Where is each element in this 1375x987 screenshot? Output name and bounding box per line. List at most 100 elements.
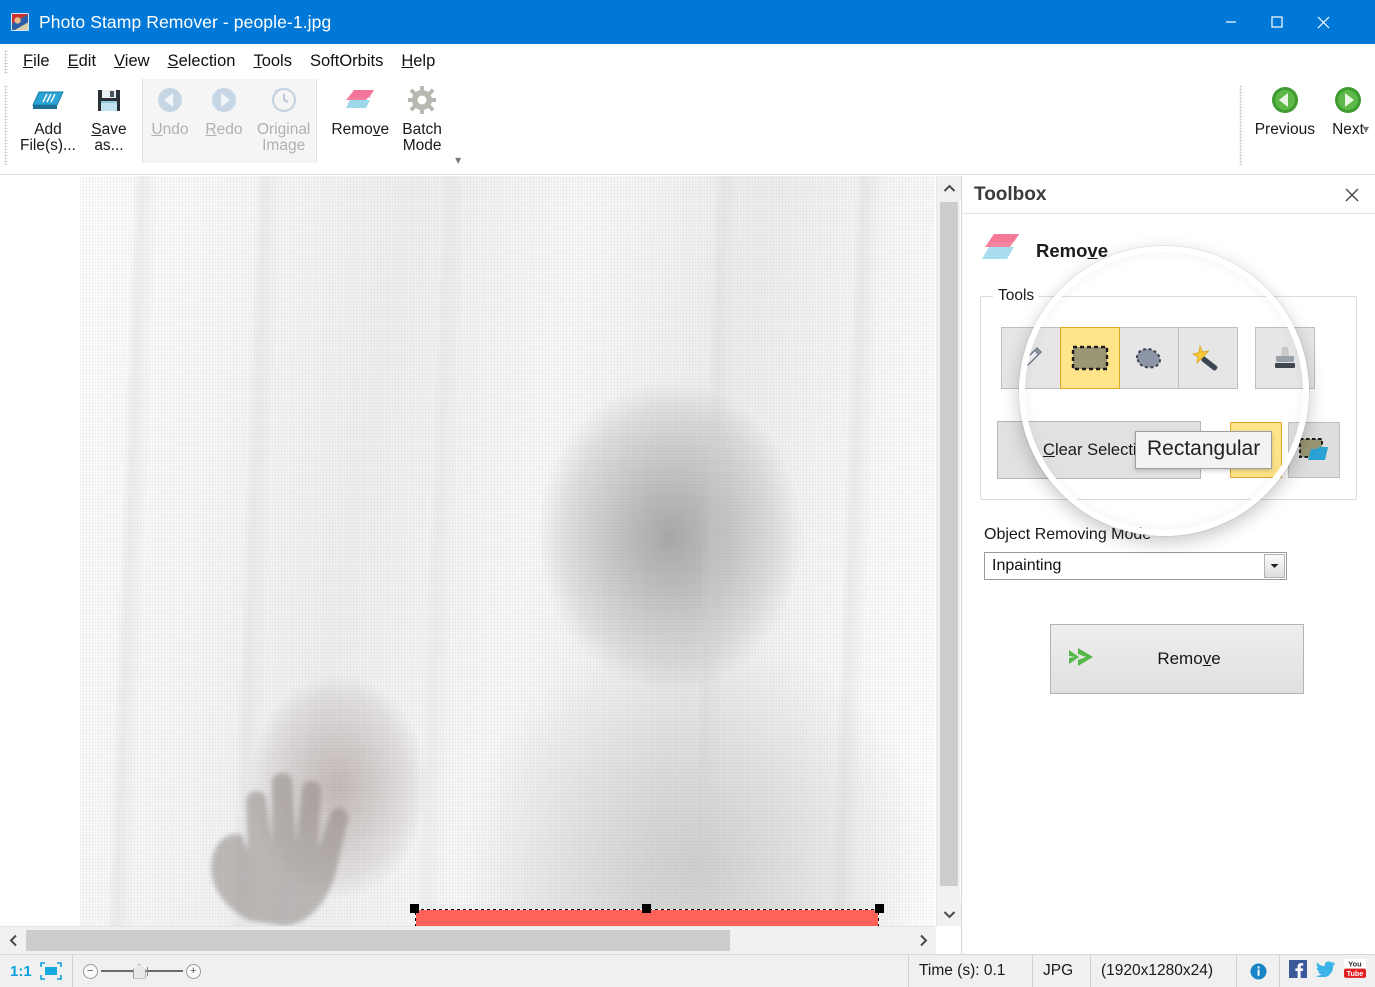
add-files-icon bbox=[31, 83, 65, 117]
menu-edit[interactable]: Edit bbox=[59, 48, 105, 75]
eraser-icon bbox=[344, 83, 376, 117]
vertical-scrollbar[interactable] bbox=[936, 176, 961, 926]
next-button[interactable]: Next ▾ bbox=[1321, 79, 1375, 138]
lasso-tool-button[interactable] bbox=[1119, 327, 1179, 389]
info-icon[interactable] bbox=[1245, 963, 1271, 980]
object-removing-mode-select[interactable]: Inpainting bbox=[984, 552, 1287, 580]
batch-mode-label: Batch Mode bbox=[402, 121, 442, 154]
remove-toolbar-button[interactable]: Remove bbox=[325, 79, 395, 138]
lasso-icon bbox=[1135, 348, 1161, 369]
twitter-icon[interactable] bbox=[1315, 960, 1336, 982]
load-selection-icon bbox=[1299, 438, 1328, 460]
undo-label: Undo bbox=[151, 121, 189, 138]
app-photo-icon bbox=[11, 13, 29, 31]
save-as-button[interactable]: Save as... bbox=[82, 79, 136, 153]
horizontal-scroll-thumb[interactable] bbox=[26, 930, 730, 951]
scroll-up-button[interactable] bbox=[937, 176, 961, 200]
add-files-button[interactable]: Add File(s)... bbox=[14, 79, 82, 153]
image-canvas[interactable]: Censored bbox=[0, 176, 960, 926]
menu-grip[interactable] bbox=[4, 49, 8, 74]
menu-bar: File Edit View Selection Tools SoftOrbit… bbox=[0, 44, 1375, 79]
previous-button[interactable]: Previous bbox=[1249, 79, 1321, 138]
window-title: Photo Stamp Remover - people-1.jpg bbox=[39, 11, 332, 32]
pencil-icon bbox=[1021, 347, 1042, 368]
batch-mode-button[interactable]: Batch Mode ▾ bbox=[395, 79, 461, 167]
selection-rectangle[interactable]: Censored bbox=[410, 904, 884, 926]
zoom-ratio-label[interactable]: 1:1 bbox=[0, 963, 38, 980]
info-cell bbox=[1237, 954, 1280, 987]
toolbar-overflow-left[interactable]: ▾ bbox=[455, 153, 461, 167]
status-spacer bbox=[211, 954, 909, 987]
scroll-left-button[interactable] bbox=[0, 927, 26, 954]
scroll-down-button[interactable] bbox=[937, 902, 961, 926]
green-arrows-icon bbox=[1067, 643, 1105, 676]
facebook-icon[interactable] bbox=[1289, 959, 1307, 983]
rectangular-tool-button[interactable] bbox=[1060, 327, 1120, 389]
chevron-down-icon[interactable] bbox=[1264, 554, 1285, 578]
menu-softorbits[interactable]: SoftOrbits bbox=[301, 48, 392, 75]
zoom-slider-thumb[interactable] bbox=[132, 963, 146, 979]
navigation-group: Previous Next ▾ bbox=[1235, 79, 1375, 175]
minimize-button[interactable] bbox=[1208, 0, 1254, 44]
hand-silhouette bbox=[211, 772, 349, 926]
zoom-out-button[interactable]: − bbox=[82, 963, 98, 979]
undo-icon bbox=[155, 83, 185, 117]
application-window: Photo Stamp Remover - people-1.jpg File … bbox=[0, 0, 1375, 987]
previous-label: Previous bbox=[1254, 121, 1315, 138]
stamp-tool-button[interactable] bbox=[1255, 327, 1315, 389]
zoom-slider[interactable]: − + bbox=[82, 960, 201, 982]
zoom-slider-tick bbox=[146, 966, 148, 976]
scroll-right-button[interactable] bbox=[910, 927, 936, 954]
undo-button[interactable]: Undo bbox=[143, 79, 197, 138]
stamp-icon bbox=[1275, 347, 1295, 368]
remove-section-label: Remove bbox=[1036, 239, 1108, 261]
add-files-label: Add File(s)... bbox=[20, 121, 76, 154]
fit-to-window-icon[interactable] bbox=[38, 962, 72, 980]
object-removing-mode-value: Inpainting bbox=[992, 557, 1062, 574]
brush-tool-button[interactable] bbox=[1001, 327, 1061, 389]
window-controls bbox=[1208, 0, 1375, 44]
original-image-label: Original Image bbox=[256, 121, 311, 154]
close-button[interactable] bbox=[1300, 0, 1346, 44]
handle-ne[interactable] bbox=[875, 904, 884, 913]
remove-section-header: Remove bbox=[982, 230, 1357, 271]
toolbox-close-icon[interactable] bbox=[1341, 184, 1363, 206]
menu-selection[interactable]: Selection bbox=[159, 48, 245, 75]
menu-file[interactable]: File bbox=[14, 48, 59, 75]
object-removing-mode-label: Object Removing Mode bbox=[984, 526, 1152, 543]
vertical-scroll-thumb[interactable] bbox=[940, 202, 958, 886]
zoom-in-button[interactable]: + bbox=[185, 963, 201, 979]
youtube-icon[interactable]: You Tube bbox=[1344, 959, 1366, 983]
magic-wand-icon bbox=[1191, 344, 1218, 371]
redo-icon bbox=[209, 83, 239, 117]
horizontal-scrollbar[interactable] bbox=[0, 926, 936, 954]
toolbar-overflow-right[interactable]: ▾ bbox=[1363, 122, 1369, 136]
image-dimensions: (1920x1280x24) bbox=[1091, 954, 1237, 987]
handle-n[interactable] bbox=[642, 904, 651, 913]
nav-grip[interactable] bbox=[1238, 85, 1243, 165]
remove-action-label: Remove bbox=[1157, 649, 1221, 668]
remove-action-button[interactable]: Remove bbox=[1050, 624, 1304, 694]
photo-image: Censored bbox=[80, 176, 935, 926]
eraser-icon-large bbox=[982, 230, 1022, 271]
magic-wand-tool-button[interactable] bbox=[1178, 327, 1238, 389]
original-image-button[interactable]: Original Image bbox=[251, 79, 316, 153]
toolbar-grip[interactable] bbox=[4, 85, 8, 165]
svg-text:Tube: Tube bbox=[1347, 969, 1364, 978]
maximize-button[interactable] bbox=[1254, 0, 1300, 44]
rectangular-tooltip: Rectangular bbox=[1135, 431, 1273, 469]
menu-tools[interactable]: Tools bbox=[244, 48, 301, 75]
menu-view[interactable]: View bbox=[105, 48, 158, 75]
menu-help[interactable]: Help bbox=[392, 48, 444, 75]
load-selection-button[interactable] bbox=[1288, 422, 1340, 478]
toolbox-panel: Toolbox Remove Tools Clear Selection Obj… bbox=[961, 176, 1375, 954]
file-format: JPG bbox=[1033, 954, 1091, 987]
main-toolbar: Add File(s)... Save as... Undo Redo Orig… bbox=[0, 79, 1375, 175]
gear-icon bbox=[407, 83, 437, 117]
redo-button[interactable]: Redo bbox=[197, 79, 251, 138]
handle-nw[interactable] bbox=[410, 904, 419, 913]
title-bar: Photo Stamp Remover - people-1.jpg bbox=[0, 0, 1375, 44]
toolbox-title: Toolbox bbox=[974, 183, 1047, 205]
save-icon bbox=[95, 83, 123, 117]
svg-text:You: You bbox=[1348, 960, 1362, 969]
